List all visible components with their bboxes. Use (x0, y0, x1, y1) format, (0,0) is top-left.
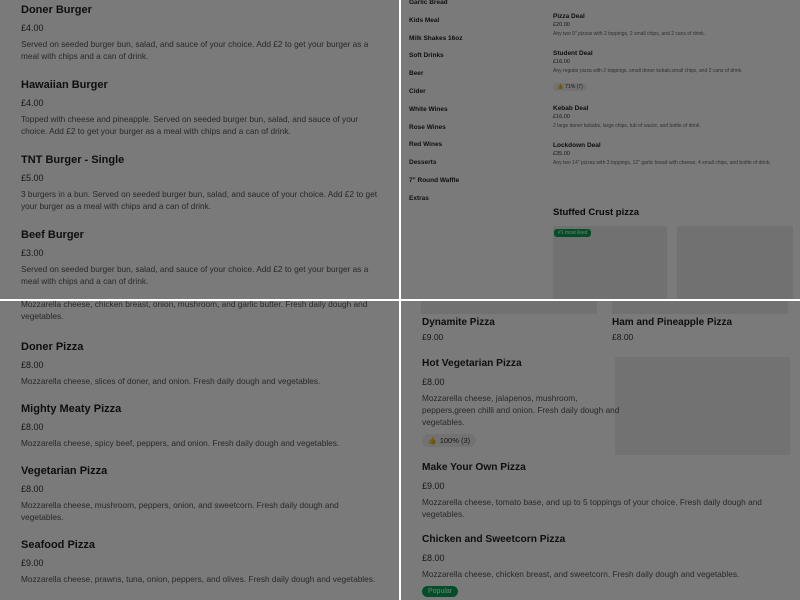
menu-item-doner-burger[interactable]: Doner Burger £4.00 Served on seeded burg… (21, 3, 381, 62)
category-nav: Garlic Bread Kids Meal Milk Shakes 16oz … (409, 0, 539, 212)
item-name: Doner Pizza (21, 341, 84, 353)
item-description: 3 burgers in a bun. Served on seeded bur… (21, 189, 378, 211)
menu-item-make-your-own-pizza[interactable]: Make Your Own Pizza £9.00 Mozzarella che… (422, 461, 792, 520)
deal-name: Pizza Deal (553, 13, 585, 20)
thumbs-up-icon: 👍 (428, 437, 437, 445)
item-description: Served on seeded burger bun, salad, and … (21, 39, 369, 61)
pizzas-right-panel: Dynamite Pizza £9.00 Ham and Pineapple P… (401, 301, 800, 600)
deal-description: Any two 9" pizzas with 2 toppings, 2 sma… (553, 31, 706, 37)
deal-lockdown-deal[interactable]: Lockdown Deal £35.00 Any two 14" pizzas … (553, 141, 793, 167)
item-name: Doner Burger (21, 4, 92, 16)
item-description: Mozzarella cheese, tomato base, and up t… (422, 496, 762, 519)
category-round-waffle[interactable]: 7" Round Waffle (409, 176, 539, 194)
thumbs-up-icon: 👍 (557, 84, 564, 90)
item-price: £8.00 (422, 377, 445, 387)
menu-item-vegetarian-pizza[interactable]: Vegetarian Pizza £8.00 Mozzarella cheese… (21, 464, 381, 523)
item-description: Mozzarella cheese, spicy beef, peppers, … (21, 438, 340, 448)
product-image[interactable] (421, 301, 597, 314)
popular-badge: Popular (422, 585, 459, 597)
item-name: Vegetarian Pizza (21, 465, 108, 477)
pizza-list-right: Hot Vegetarian Pizza £8.00 Mozzarella ch… (422, 357, 792, 600)
item-name: TNT Burger - Single (21, 154, 125, 166)
item-name: Hawaiian Burger (21, 79, 108, 91)
item-price: £8.00 (422, 552, 445, 563)
category-desserts[interactable]: Desserts (409, 158, 539, 176)
category-red-wines[interactable]: Red Wines (409, 140, 539, 158)
burger-list: Doner Burger £4.00 Served on seeded burg… (21, 3, 381, 299)
deal-price: £16.00 (553, 114, 570, 120)
item-description: Mozzarella cheese, mushroom, peppers, on… (21, 500, 339, 522)
rating-value: 71% (7) (565, 84, 583, 90)
category-milk-shakes[interactable]: Milk Shakes 16oz (409, 34, 539, 52)
deal-student-deal[interactable]: Student Deal £16.00 Any regular pizza wi… (553, 49, 793, 93)
card-price: £8.00 (612, 332, 634, 342)
item-name: Mighty Meaty Pizza (21, 403, 122, 415)
category-soft-drinks[interactable]: Soft Drinks (409, 51, 539, 69)
categories-deals-panel: Garlic Bread Kids Meal Milk Shakes 16oz … (401, 0, 800, 299)
card-name-dynamite-pizza[interactable]: Dynamite Pizza (422, 317, 495, 328)
item-name: Chicken and Sweetcorn Pizza (422, 533, 566, 545)
deal-pizza-deal[interactable]: Pizza Deal £20.00 Any two 9" pizzas with… (553, 12, 793, 38)
pizza-list-left: Mozzarella cheese, chicken breast, onion… (21, 301, 381, 600)
item-price: £8.00 (21, 484, 44, 494)
menu-item-tnt-burger-single[interactable]: TNT Burger - Single £5.00 3 burgers in a… (21, 153, 381, 212)
menu-item-mighty-meaty-pizza[interactable]: Mighty Meaty Pizza £8.00 Mozzarella chee… (21, 402, 381, 449)
deals-list: Pizza Deal £20.00 Any two 9" pizzas with… (553, 12, 793, 178)
deal-kebab-deal[interactable]: Kebab Deal £16.00 2 large doner kebabs, … (553, 104, 793, 130)
deal-price: £16.00 (553, 59, 570, 65)
item-name: Make Your Own Pizza (422, 461, 526, 473)
item-price: £4.00 (21, 98, 44, 108)
pizzas-left-panel: Mozzarella cheese, chicken breast, onion… (0, 301, 399, 600)
menu-item-chicken-sweetcorn-pizza[interactable]: Chicken and Sweetcorn Pizza £8.00 Mozzar… (422, 533, 792, 598)
category-rose-wines[interactable]: Rose Wines (409, 123, 539, 141)
burgers-panel: Doner Burger £4.00 Served on seeded burg… (0, 0, 399, 299)
item-description: Mozzarella cheese, chicken breast, onion… (21, 301, 368, 321)
deal-name: Student Deal (553, 50, 593, 57)
item-price: £8.00 (21, 360, 44, 370)
item-name: Seafood Pizza (21, 539, 95, 551)
deal-name: Lockdown Deal (553, 142, 601, 149)
item-description: Mozzarella cheese, prawns, tuna, onion, … (21, 574, 376, 584)
deal-price: £35.00 (553, 151, 570, 157)
product-image[interactable] (612, 301, 788, 314)
deal-description: 2 large doner kebabs, large chips, tub o… (553, 123, 701, 129)
deal-description: Any regular pizza with 2 toppings, small… (553, 68, 743, 74)
rating-badge: 👍 100% (3) (422, 434, 477, 447)
item-description: Served on seeded burger bun, salad, and … (21, 264, 369, 286)
category-beer[interactable]: Beer (409, 69, 539, 87)
product-image[interactable] (677, 226, 793, 299)
card-name-ham-pineapple-pizza[interactable]: Ham and Pineapple Pizza (612, 317, 732, 328)
section-title-stuffed-crust: Stuffed Crust pizza (553, 207, 640, 218)
item-description: Topped with cheese and pineapple. Served… (21, 114, 359, 136)
category-kids-meal[interactable]: Kids Meal (409, 16, 539, 34)
item-description: Mozzarella cheese, jalapenos, mushroom, … (422, 393, 620, 427)
menu-item-doner-pizza[interactable]: Doner Pizza £8.00 Mozzarella cheese, sli… (21, 340, 381, 387)
item-price: £9.00 (422, 480, 445, 491)
item-price: £5.00 (21, 173, 44, 183)
rating-value: 100% (3) (439, 436, 471, 445)
deal-name: Kebab Deal (553, 105, 589, 112)
category-extras[interactable]: Extras (409, 194, 539, 212)
menu-item-beef-burger[interactable]: Beef Burger £3.00 Served on seeded burge… (21, 228, 381, 287)
item-price: £4.00 (21, 23, 44, 33)
menu-item-hot-vegetarian-pizza[interactable]: Hot Vegetarian Pizza £8.00 Mozzarella ch… (422, 357, 792, 448)
item-name: Beef Burger (21, 229, 84, 241)
item-description: Mozzarella cheese, chicken breast, and s… (422, 568, 740, 579)
category-cider[interactable]: Cider (409, 87, 539, 105)
deal-description: Any two 14" pizzas with 3 toppings, 12" … (553, 160, 771, 166)
menu-item-seafood-pizza[interactable]: Seafood Pizza £9.00 Mozzarella cheese, p… (21, 538, 381, 585)
category-white-wines[interactable]: White Wines (409, 105, 539, 123)
rating-badge: 👍 71% (7) (553, 83, 587, 91)
item-price: £8.00 (21, 422, 44, 432)
item-price: £3.00 (21, 248, 44, 258)
item-description: Mozzarella cheese, slices of doner, and … (21, 376, 321, 386)
deal-price: £20.00 (553, 22, 570, 28)
quadrant-divider-horizontal (0, 299, 800, 301)
category-garlic-bread[interactable]: Garlic Bread (409, 0, 539, 16)
most-liked-badge: #1 most liked (554, 229, 592, 237)
card-price: £9.00 (422, 332, 444, 342)
item-name: Hot Vegetarian Pizza (422, 358, 522, 369)
menu-item-hawaiian-burger[interactable]: Hawaiian Burger £4.00 Topped with cheese… (21, 78, 381, 137)
item-price: £9.00 (21, 558, 44, 568)
